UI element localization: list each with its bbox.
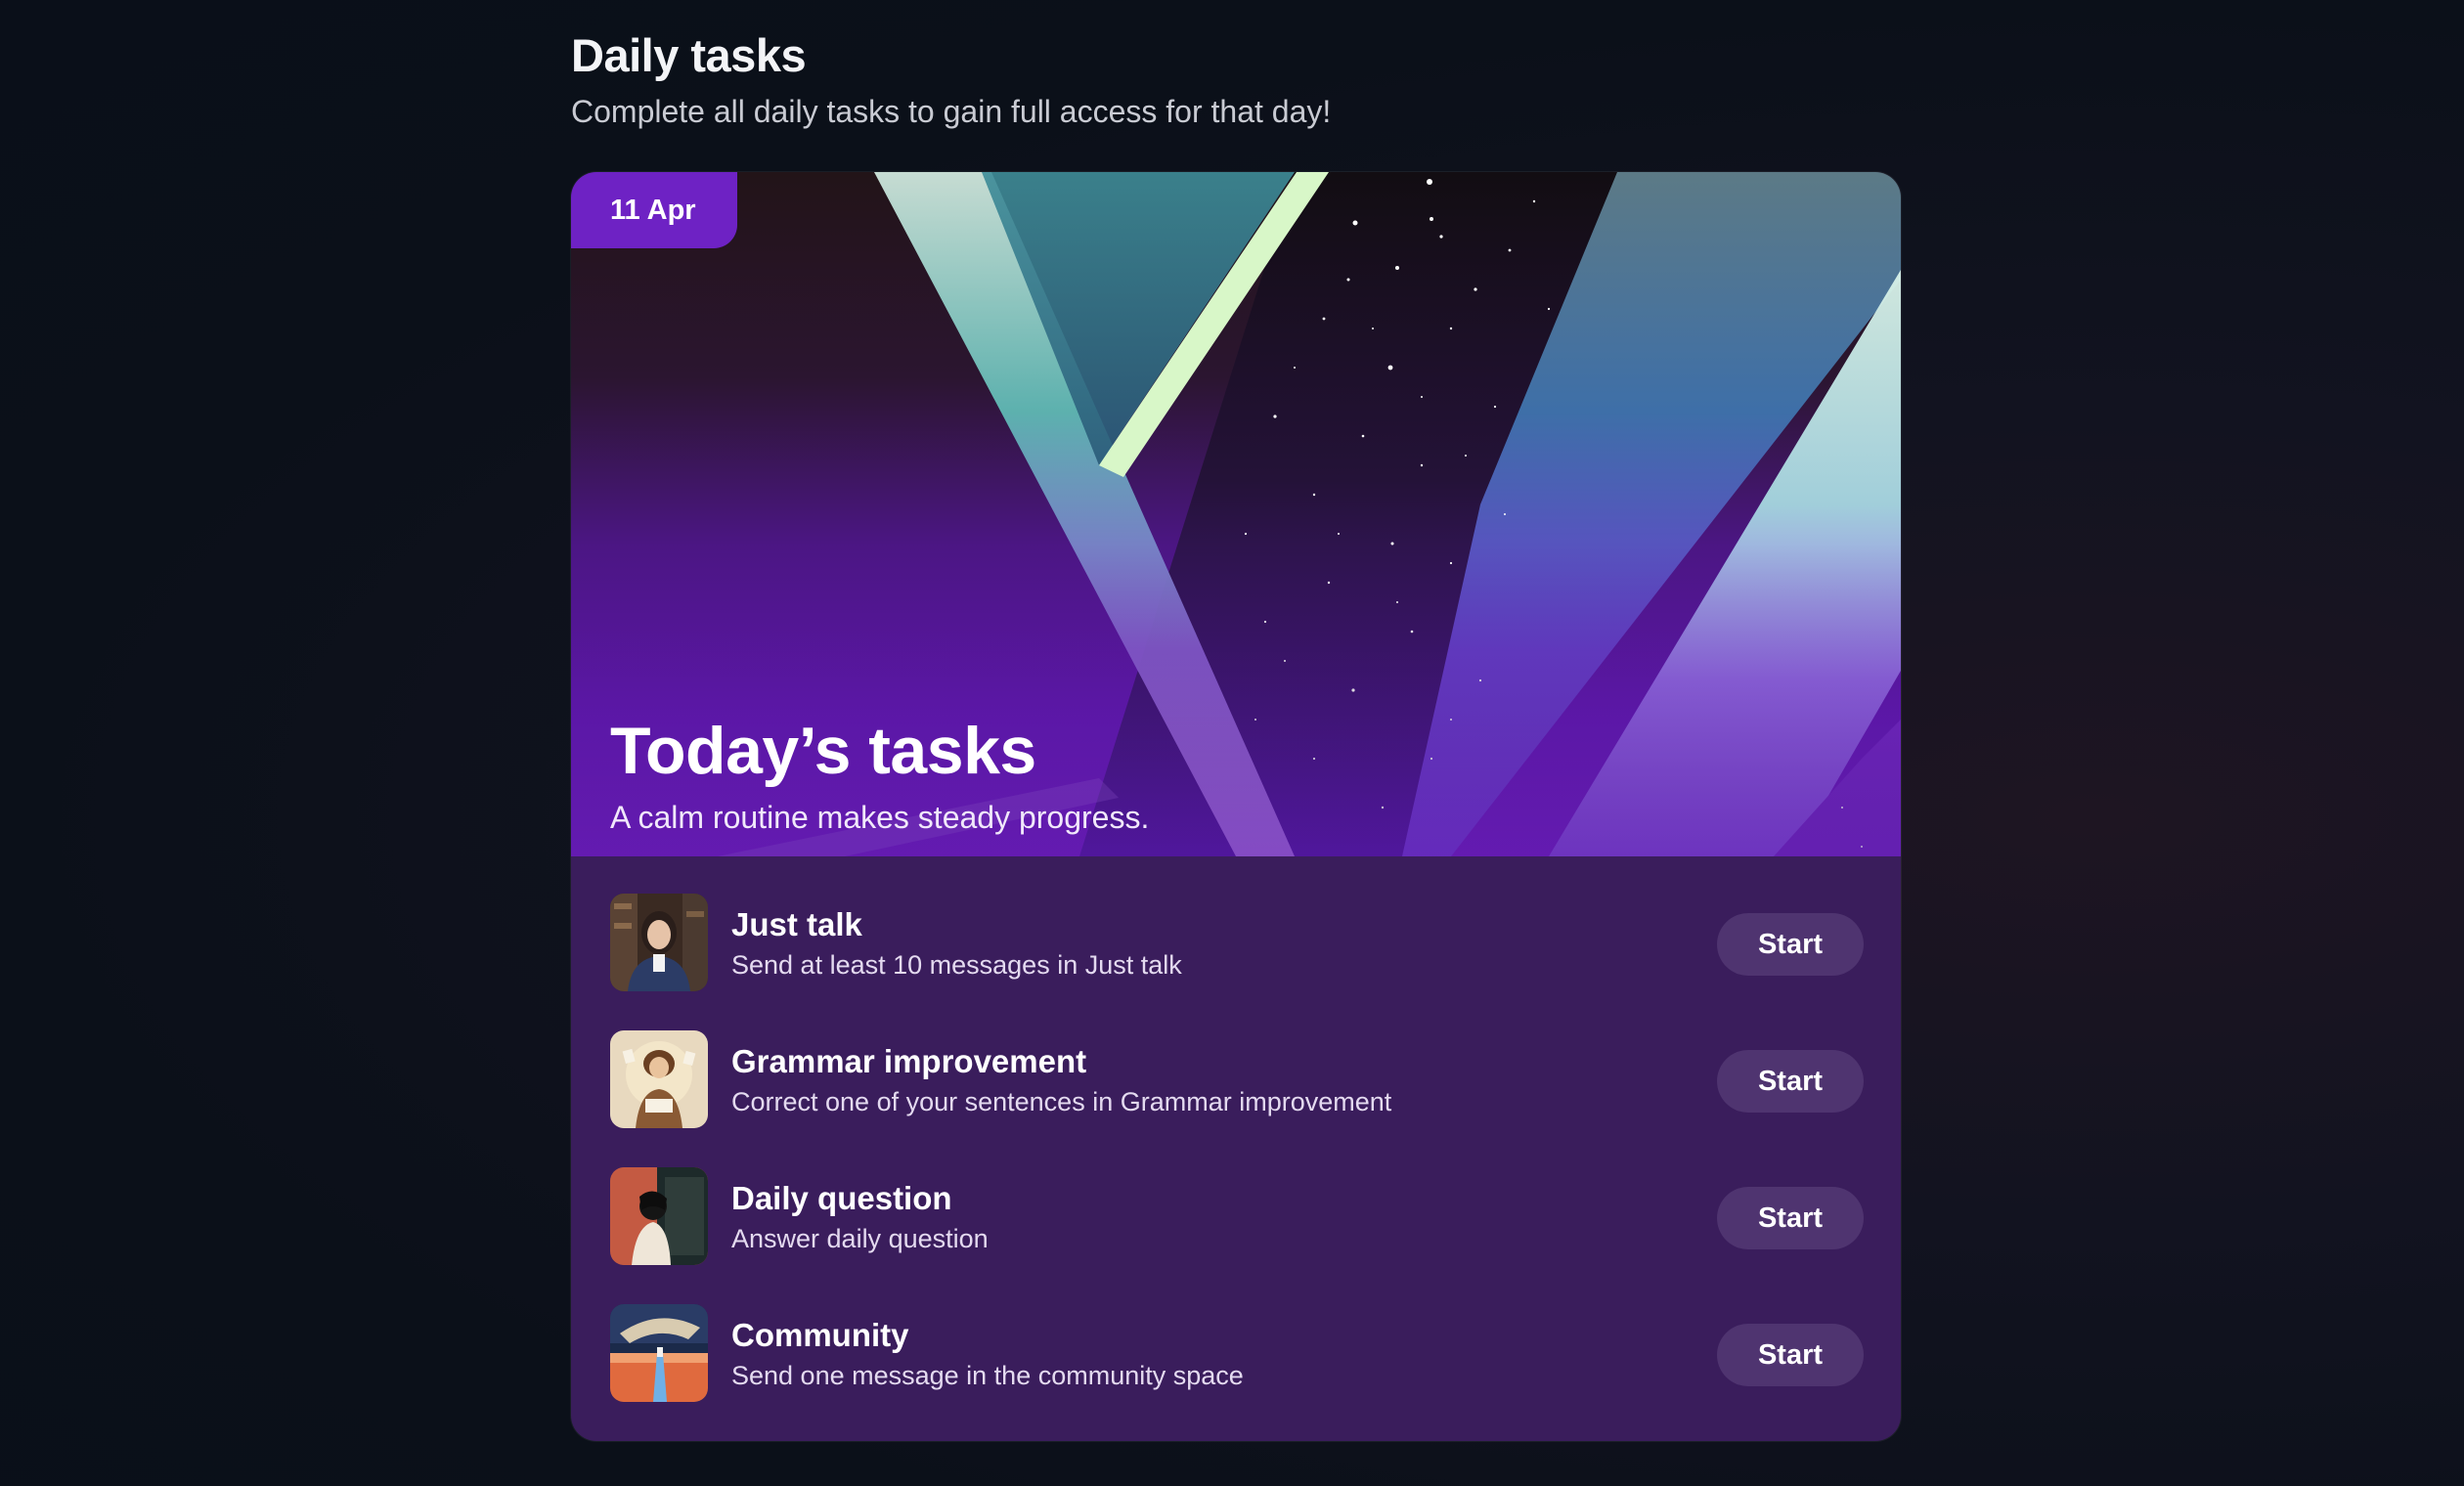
hero-subtitle: A calm routine makes steady progress. (610, 800, 1150, 835)
page-title: Daily tasks (571, 29, 807, 81)
task-item-daily-question: Daily question Answer daily question Sta… (571, 1130, 1901, 1267)
daily-tasks-page: Daily tasks Complete all daily tasks to … (571, 27, 1901, 1441)
illustrated-reader-thumbnail (610, 1030, 708, 1128)
daily-tasks-card: 11 Apr Today’s tasks A calm routine make… (571, 172, 1901, 1441)
task-description: Send at least 10 messages in Just talk (731, 950, 1182, 980)
portrait-woman-thumbnail (610, 894, 708, 991)
task-name: Daily question (731, 1180, 952, 1216)
task-item-grammar-improvement: Grammar improvement Correct one of your … (571, 993, 1901, 1130)
page-subtitle: Complete all daily tasks to gain full ac… (571, 94, 1332, 129)
task-name: Just talk (731, 906, 862, 942)
surreal-landscape-thumbnail (610, 1304, 708, 1402)
start-just-talk-button[interactable]: Start (1717, 913, 1864, 976)
date-badge: 11 Apr (571, 172, 737, 248)
silhouette-painting-thumbnail (610, 1167, 708, 1265)
task-name: Community (731, 1317, 909, 1353)
start-daily-question-button[interactable]: Start (1717, 1187, 1864, 1249)
start-grammar-improvement-button[interactable]: Start (1717, 1050, 1864, 1113)
hero-banner: 11 Apr Today’s tasks A calm routine make… (571, 172, 1901, 856)
start-community-button[interactable]: Start (1717, 1324, 1864, 1386)
task-description: Correct one of your sentences in Grammar… (731, 1087, 1392, 1116)
task-description: Send one message in the community space (731, 1361, 1244, 1390)
task-item-community: Community Send one message in the commun… (571, 1267, 1901, 1404)
hero-title: Today’s tasks (610, 714, 1036, 788)
task-name: Grammar improvement (731, 1043, 1087, 1079)
task-item-just-talk: Just talk Send at least 10 messages in J… (571, 856, 1901, 993)
task-description: Answer daily question (731, 1224, 989, 1253)
